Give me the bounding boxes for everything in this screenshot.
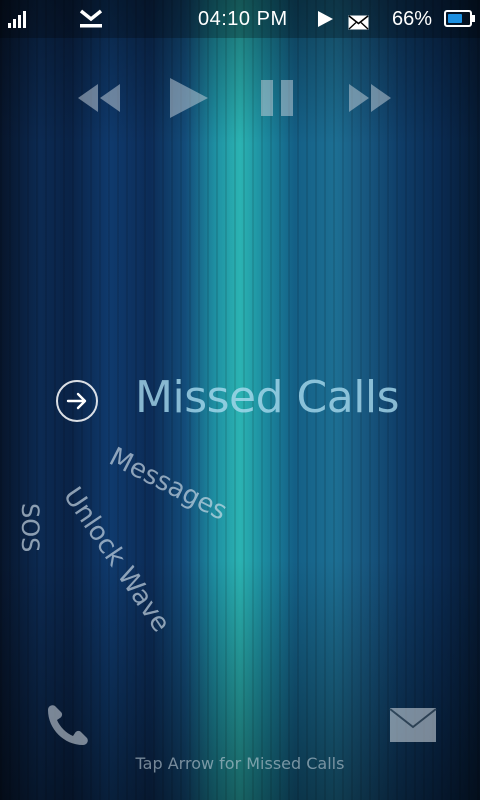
download-icon — [78, 8, 104, 30]
battery-percent: 66% — [392, 8, 433, 30]
battery-icon — [444, 10, 475, 27]
status-bar: 04:10 PM 66% — [0, 0, 480, 38]
media-controls — [0, 70, 480, 126]
fast-forward-icon[interactable] — [345, 70, 395, 126]
clock: 04:10 PM — [198, 8, 288, 30]
mail-icon[interactable] — [389, 707, 437, 743]
missed-calls-title: Missed Calls — [135, 372, 400, 423]
sos-label[interactable]: SOS — [16, 503, 44, 552]
signal-icon — [8, 10, 30, 28]
rewind-icon[interactable] — [74, 70, 124, 126]
play-icon — [318, 11, 333, 27]
hint-text: Tap Arrow for Missed Calls — [135, 754, 345, 773]
play-icon[interactable] — [164, 70, 214, 126]
pause-icon[interactable] — [255, 70, 305, 126]
mail-icon — [348, 11, 369, 30]
arrow-right-circle-icon[interactable] — [56, 380, 98, 422]
battery-fill — [448, 14, 462, 23]
phone-icon[interactable] — [42, 700, 94, 752]
